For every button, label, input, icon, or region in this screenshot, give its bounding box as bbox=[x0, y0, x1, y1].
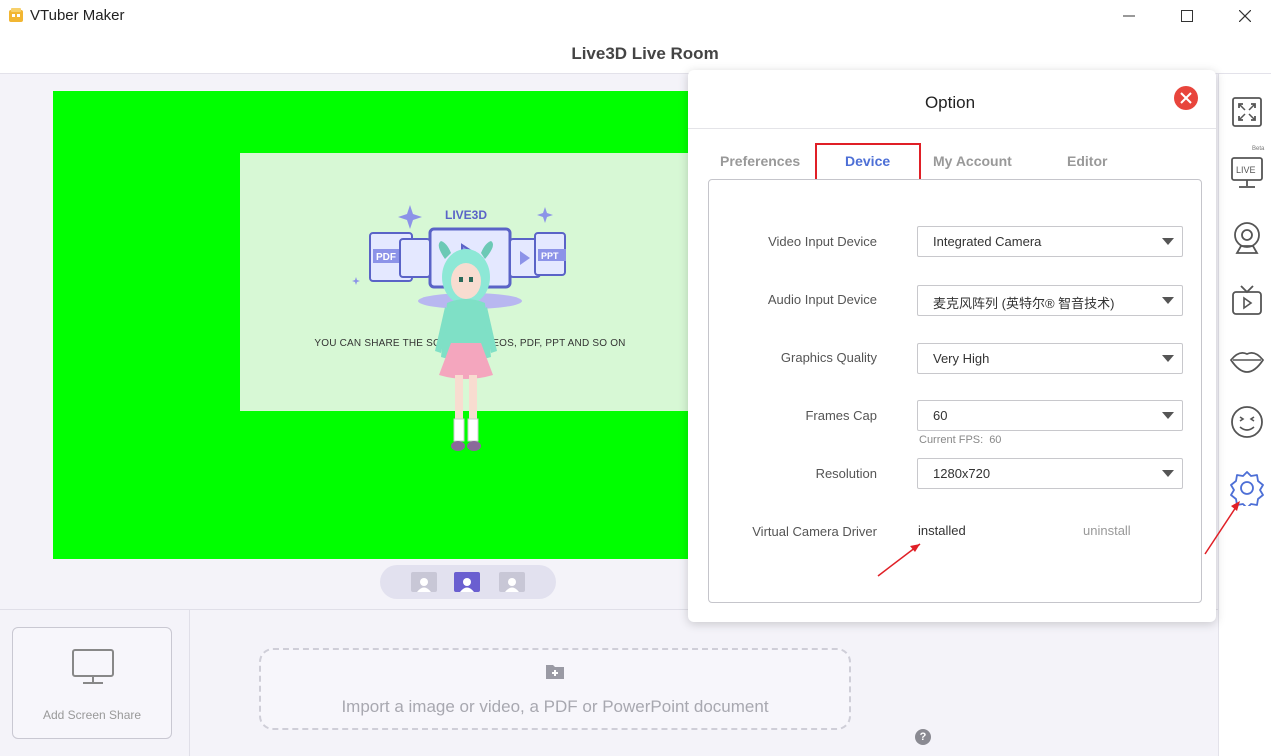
live-label: LIVE bbox=[1236, 165, 1256, 175]
uninstall-button[interactable]: uninstall bbox=[1083, 523, 1131, 538]
tab-editor[interactable]: Editor bbox=[1067, 153, 1107, 169]
folder-add-icon bbox=[546, 665, 564, 679]
view-portrait-button[interactable] bbox=[499, 572, 525, 592]
maximize-icon bbox=[1181, 10, 1193, 22]
tab-my-account[interactable]: My Account bbox=[933, 153, 1012, 169]
view-mode-switch bbox=[380, 565, 556, 599]
app-window: VTuber Maker Live3D Live Room PDF PPT LI… bbox=[0, 0, 1271, 756]
tab-device[interactable]: Device bbox=[845, 153, 890, 169]
annotation-arrow bbox=[1204, 501, 1240, 555]
beta-label: Beta bbox=[1252, 146, 1265, 152]
audio-input-label: Audio Input Device bbox=[767, 292, 877, 307]
view-full-body-button[interactable] bbox=[411, 572, 437, 592]
live-icon[interactable]: LIVE bbox=[1229, 154, 1265, 190]
video-input-value: Integrated Camera bbox=[933, 234, 1042, 249]
device-settings-panel: Video Input Device Integrated Camera Aud… bbox=[708, 179, 1202, 603]
graphics-quality-value: Very High bbox=[933, 351, 990, 366]
minimize-icon bbox=[1123, 15, 1135, 17]
close-icon bbox=[1180, 92, 1192, 104]
annotation-arrow bbox=[877, 543, 921, 577]
tv-icon[interactable] bbox=[1229, 282, 1265, 318]
live3d-logo-text: LIVE3D bbox=[445, 208, 488, 222]
monitor-icon bbox=[72, 649, 114, 684]
dialog-title: Option bbox=[924, 93, 976, 112]
app-title: VTuber Maker bbox=[30, 7, 125, 24]
chevron-down-icon bbox=[1162, 355, 1174, 362]
pdf-label: PDF bbox=[376, 252, 396, 263]
ppt-label: PPT bbox=[541, 251, 559, 261]
video-input-select[interactable]: Integrated Camera bbox=[917, 226, 1183, 257]
chevron-down-icon bbox=[1162, 297, 1174, 304]
lips-icon[interactable] bbox=[1229, 342, 1265, 378]
fullscreen-icon[interactable] bbox=[1229, 94, 1265, 130]
import-dropzone[interactable]: Import a image or video, a PDF or PowerP… bbox=[259, 648, 851, 730]
chevron-down-icon bbox=[1162, 238, 1174, 245]
close-window-button[interactable] bbox=[1216, 0, 1271, 32]
person-icon bbox=[417, 578, 431, 592]
close-icon bbox=[1239, 10, 1251, 22]
resolution-value: 1280x720 bbox=[933, 466, 991, 481]
virtual-camera-status: installed bbox=[918, 523, 966, 538]
current-fps-value: 60 bbox=[989, 434, 1002, 446]
face-icon[interactable] bbox=[1229, 404, 1265, 440]
green-screen-preview[interactable]: PDF PPT LIVE3D YOU CAN SHARE THE VIDEOS,… bbox=[53, 91, 700, 559]
frames-cap-label: Frames Cap bbox=[805, 408, 877, 423]
dialog-close-button[interactable] bbox=[1174, 86, 1198, 110]
video-input-label: Video Input Device bbox=[768, 234, 877, 249]
title-bar: VTuber Maker bbox=[0, 0, 1271, 32]
resolution-select[interactable]: 1280x720 bbox=[917, 458, 1183, 489]
person-icon bbox=[460, 578, 474, 592]
divider bbox=[189, 610, 190, 756]
app-logo-icon bbox=[9, 8, 23, 22]
page-title: Live3D Live Room bbox=[571, 44, 719, 63]
import-label: Import a image or video, a PDF or PowerP… bbox=[341, 697, 769, 716]
frames-cap-select[interactable]: 60 bbox=[917, 400, 1183, 431]
vtuber-avatar bbox=[435, 241, 497, 451]
person-icon bbox=[505, 578, 519, 592]
audio-input-select[interactable]: 麦克风阵列 (英特尔® 智音技术) bbox=[917, 285, 1183, 316]
current-fps-label: Current FPS: bbox=[919, 434, 984, 446]
resolution-label: Resolution bbox=[815, 466, 877, 481]
webcam-icon[interactable] bbox=[1229, 220, 1265, 256]
graphics-quality-select[interactable]: Very High bbox=[917, 343, 1183, 374]
help-icon[interactable]: ? bbox=[915, 729, 931, 745]
frames-cap-value: 60 bbox=[933, 408, 948, 423]
room-header: Live3D Live Room bbox=[0, 32, 1271, 74]
media-bar: Add Screen Share Import a image or video… bbox=[0, 609, 1218, 756]
minimize-button[interactable] bbox=[1100, 0, 1158, 32]
chevron-down-icon bbox=[1162, 412, 1174, 419]
tab-preferences[interactable]: Preferences bbox=[720, 153, 800, 169]
audio-input-value: 麦克风阵列 (英特尔® 智音技术) bbox=[933, 296, 1115, 311]
graphics-quality-label: Graphics Quality bbox=[780, 350, 877, 365]
chevron-down-icon bbox=[1162, 470, 1174, 477]
add-screen-share-button[interactable]: Add Screen Share bbox=[12, 627, 172, 739]
add-screen-share-label: Add Screen Share bbox=[42, 708, 142, 722]
option-dialog: Option Preferences Device My Account Edi… bbox=[688, 70, 1216, 622]
maximize-button[interactable] bbox=[1158, 0, 1216, 32]
current-fps: Current FPS: 60 bbox=[919, 434, 1001, 446]
virtual-camera-label: Virtual Camera Driver bbox=[752, 524, 877, 539]
right-sidebar: Beta LIVE bbox=[1218, 74, 1271, 756]
dialog-divider bbox=[688, 128, 1216, 129]
view-half-body-button[interactable] bbox=[454, 572, 480, 592]
